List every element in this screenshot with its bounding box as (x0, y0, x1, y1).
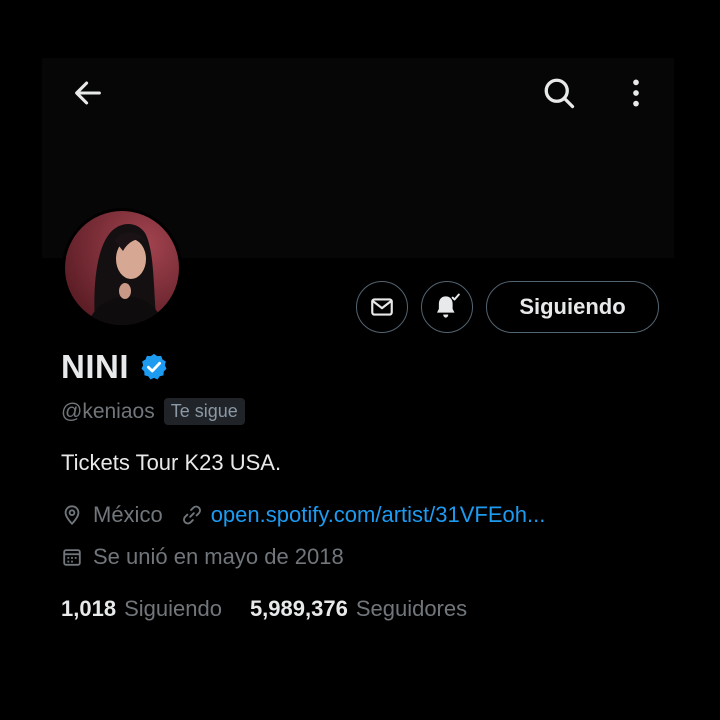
followers-label: Seguidores (355, 596, 468, 621)
username-handle: @keniaos (61, 399, 155, 423)
website-link[interactable]: open.spotify.com/artist/31VFEoh... (211, 502, 546, 528)
followers-count: 5,989,376 (249, 596, 348, 621)
followers-stat[interactable]: 5,989,376 Seguidores (250, 596, 467, 622)
mail-icon (371, 298, 393, 316)
back-button[interactable] (63, 68, 113, 118)
calendar-icon (63, 549, 81, 566)
search-button[interactable] (534, 68, 584, 118)
location-pin-icon (64, 505, 80, 526)
notifications-button[interactable] (421, 281, 473, 333)
handle-row: @keniaos Te sigue (61, 398, 245, 425)
profile-bio: Tickets Tour K23 USA. (61, 450, 282, 475)
search-icon (544, 78, 575, 109)
location-website-row: México open.spotify.com/artist/31VFEoh..… (61, 502, 545, 528)
link-icon (182, 505, 201, 525)
following-stat[interactable]: 1,018 Siguiendo (61, 596, 222, 622)
bell-check-icon (437, 293, 460, 318)
display-name: NINI (61, 348, 129, 385)
following-count: 1,018 (61, 596, 117, 621)
following-label: Siguiendo (124, 596, 222, 621)
location-text: México (93, 502, 163, 527)
follow-stats: 1,018 Siguiendo 5,989,376 Seguidores (61, 596, 467, 622)
arrow-left-icon (75, 81, 101, 105)
avatar[interactable] (62, 208, 182, 328)
follows-you-badge: Te sigue (163, 398, 245, 425)
verified-badge-icon[interactable] (139, 352, 169, 382)
join-date-text: Se unió en mayo de 2018 (93, 544, 344, 569)
avatar-photo (65, 211, 179, 325)
message-button[interactable] (356, 281, 408, 333)
following-button[interactable]: Siguiendo (486, 281, 659, 333)
profile-name-row: NINI (61, 348, 169, 386)
more-vertical-icon (633, 79, 639, 107)
join-date-row: Se unió en mayo de 2018 (61, 544, 344, 570)
more-options-button[interactable] (611, 68, 661, 118)
